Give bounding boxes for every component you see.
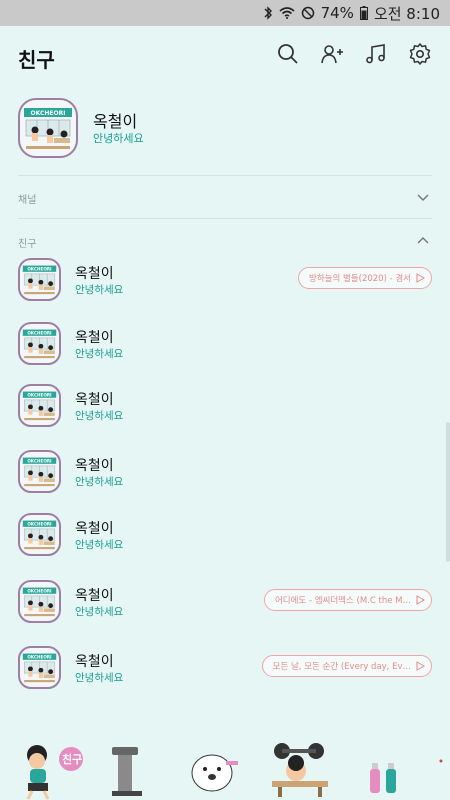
avatar[interactable]: OKCHEORI <box>18 322 61 365</box>
character-illustration <box>26 743 443 800</box>
avatar[interactable]: OKCHEORI <box>18 646 61 689</box>
wifi-icon <box>279 7 295 19</box>
friend-row[interactable]: OKCHEORI 옥철이안녕하세요 <box>18 322 432 368</box>
friend-name: 옥철이 <box>75 392 114 408</box>
music-icon[interactable] <box>364 42 388 66</box>
friends-badge: 친구 <box>62 753 83 766</box>
friend-name: 옥철이 <box>75 654 114 670</box>
friend-status-message: 안녕하세요 <box>75 672 124 684</box>
friend-name: 옥철이 <box>75 458 114 474</box>
svg-text:OKCHEORI: OKCHEORI <box>27 266 52 271</box>
divider <box>18 175 432 176</box>
avatar[interactable]: OKCHEORI <box>18 513 61 556</box>
profile-illustration: OKCHEORI <box>22 587 57 617</box>
avatar[interactable]: OKCHEORI <box>18 98 78 158</box>
page-title: 친구 <box>18 48 55 72</box>
battery-percent: 74% <box>320 4 354 22</box>
settings-icon[interactable] <box>408 42 432 66</box>
bluetooth-icon <box>264 6 272 20</box>
friend-row[interactable]: OKCHEORI 옥철이안녕하세요 <box>18 384 432 430</box>
svg-text:OKCHEORI: OKCHEORI <box>31 110 66 117</box>
profile-illustration: OKCHEORI <box>22 391 57 421</box>
my-name: 옥철이 <box>93 112 138 131</box>
status-bar: 74% 오전 8:10 <box>0 0 450 26</box>
battery-icon <box>359 6 368 20</box>
my-profile[interactable]: OKCHEORI 옥철이 안녕하세요 <box>18 98 438 160</box>
friend-row[interactable]: OKCHEORI 옥철이안녕하세요 <box>18 513 432 559</box>
profile-music-button[interactable]: 방하늘의 별들(2020) - 경서 <box>298 267 432 289</box>
profile-music-button[interactable]: 어디에도 - 엠씨더맥스 (M.C the M… <box>263 589 432 611</box>
profile-illustration: OKCHEORI <box>22 653 57 683</box>
scrollbar[interactable] <box>446 422 450 562</box>
svg-text:OKCHEORI: OKCHEORI <box>27 392 52 397</box>
friend-status-message: 안녕하세요 <box>75 476 124 488</box>
divider <box>18 218 432 219</box>
friend-name: 옥철이 <box>75 266 114 282</box>
profile-music-button[interactable]: 모든 날, 모든 순간 (Every day, Ev… <box>261 655 432 677</box>
profile-music-label: 방하늘의 별들(2020) - 경서 <box>309 274 411 284</box>
play-icon <box>416 661 425 671</box>
friend-status-message: 안녕하세요 <box>75 284 124 296</box>
svg-text:OKCHEORI: OKCHEORI <box>27 330 52 335</box>
my-status-message: 안녕하세요 <box>93 132 144 145</box>
friend-status-message: 안녕하세요 <box>75 410 124 422</box>
profile-illustration: OKCHEORI <box>24 108 72 149</box>
friend-row[interactable]: OKCHEORI 옥철이안녕하세요 모든 날, 모든 순간 (Every day, … <box>18 646 432 692</box>
section-label-friends: 친구 <box>18 239 37 250</box>
avatar[interactable]: OKCHEORI <box>18 384 61 427</box>
clock: 오전 8:10 <box>373 4 440 23</box>
friends-section-header[interactable]: 친구 <box>18 232 432 252</box>
play-icon <box>416 273 425 283</box>
bottom-decoration: 친구 <box>0 735 450 800</box>
svg-text:OKCHEORI: OKCHEORI <box>27 654 52 659</box>
friend-name: 옥철이 <box>75 521 114 537</box>
add-friend-icon[interactable] <box>320 42 344 66</box>
profile-illustration: OKCHEORI <box>22 457 57 487</box>
channel-section-header[interactable]: 채널 <box>18 188 432 208</box>
chevron-up-icon[interactable] <box>416 234 430 248</box>
friend-status-message: 안녕하세요 <box>75 539 124 551</box>
do-not-disturb-icon <box>301 6 314 20</box>
app-header: 친구 <box>0 26 450 86</box>
profile-music-label: 어디에도 - 엠씨더맥스 (M.C the M… <box>274 596 411 606</box>
avatar[interactable]: OKCHEORI <box>18 450 61 493</box>
avatar[interactable]: OKCHEORI <box>18 258 61 301</box>
search-icon[interactable] <box>276 42 300 66</box>
header-actions <box>276 42 432 66</box>
play-icon <box>416 595 425 605</box>
friend-row[interactable]: OKCHEORI 옥철이안녕하세요 <box>18 450 432 496</box>
avatar[interactable]: OKCHEORI <box>18 580 61 623</box>
svg-text:OKCHEORI: OKCHEORI <box>27 521 52 526</box>
profile-illustration: OKCHEORI <box>22 329 57 359</box>
svg-text:OKCHEORI: OKCHEORI <box>27 458 52 463</box>
friend-status-message: 안녕하세요 <box>75 606 124 618</box>
profile-music-label: 모든 날, 모든 순간 (Every day, Ev… <box>272 662 411 672</box>
chevron-down-icon[interactable] <box>416 190 430 204</box>
svg-text:OKCHEORI: OKCHEORI <box>27 588 52 593</box>
profile-illustration: OKCHEORI <box>22 265 57 295</box>
section-label-channel: 채널 <box>18 195 37 206</box>
friend-name: 옥철이 <box>75 330 114 346</box>
profile-illustration: OKCHEORI <box>22 520 57 550</box>
friend-row[interactable]: OKCHEORI 옥철이안녕하세요 방하늘의 별들(2020) - 경서 <box>18 258 432 304</box>
friend-name: 옥철이 <box>75 588 114 604</box>
friend-status-message: 안녕하세요 <box>75 348 124 360</box>
friend-row[interactable]: OKCHEORI 옥철이안녕하세요 어디에도 - 엠씨더맥스 (M.C the M… <box>18 580 432 626</box>
